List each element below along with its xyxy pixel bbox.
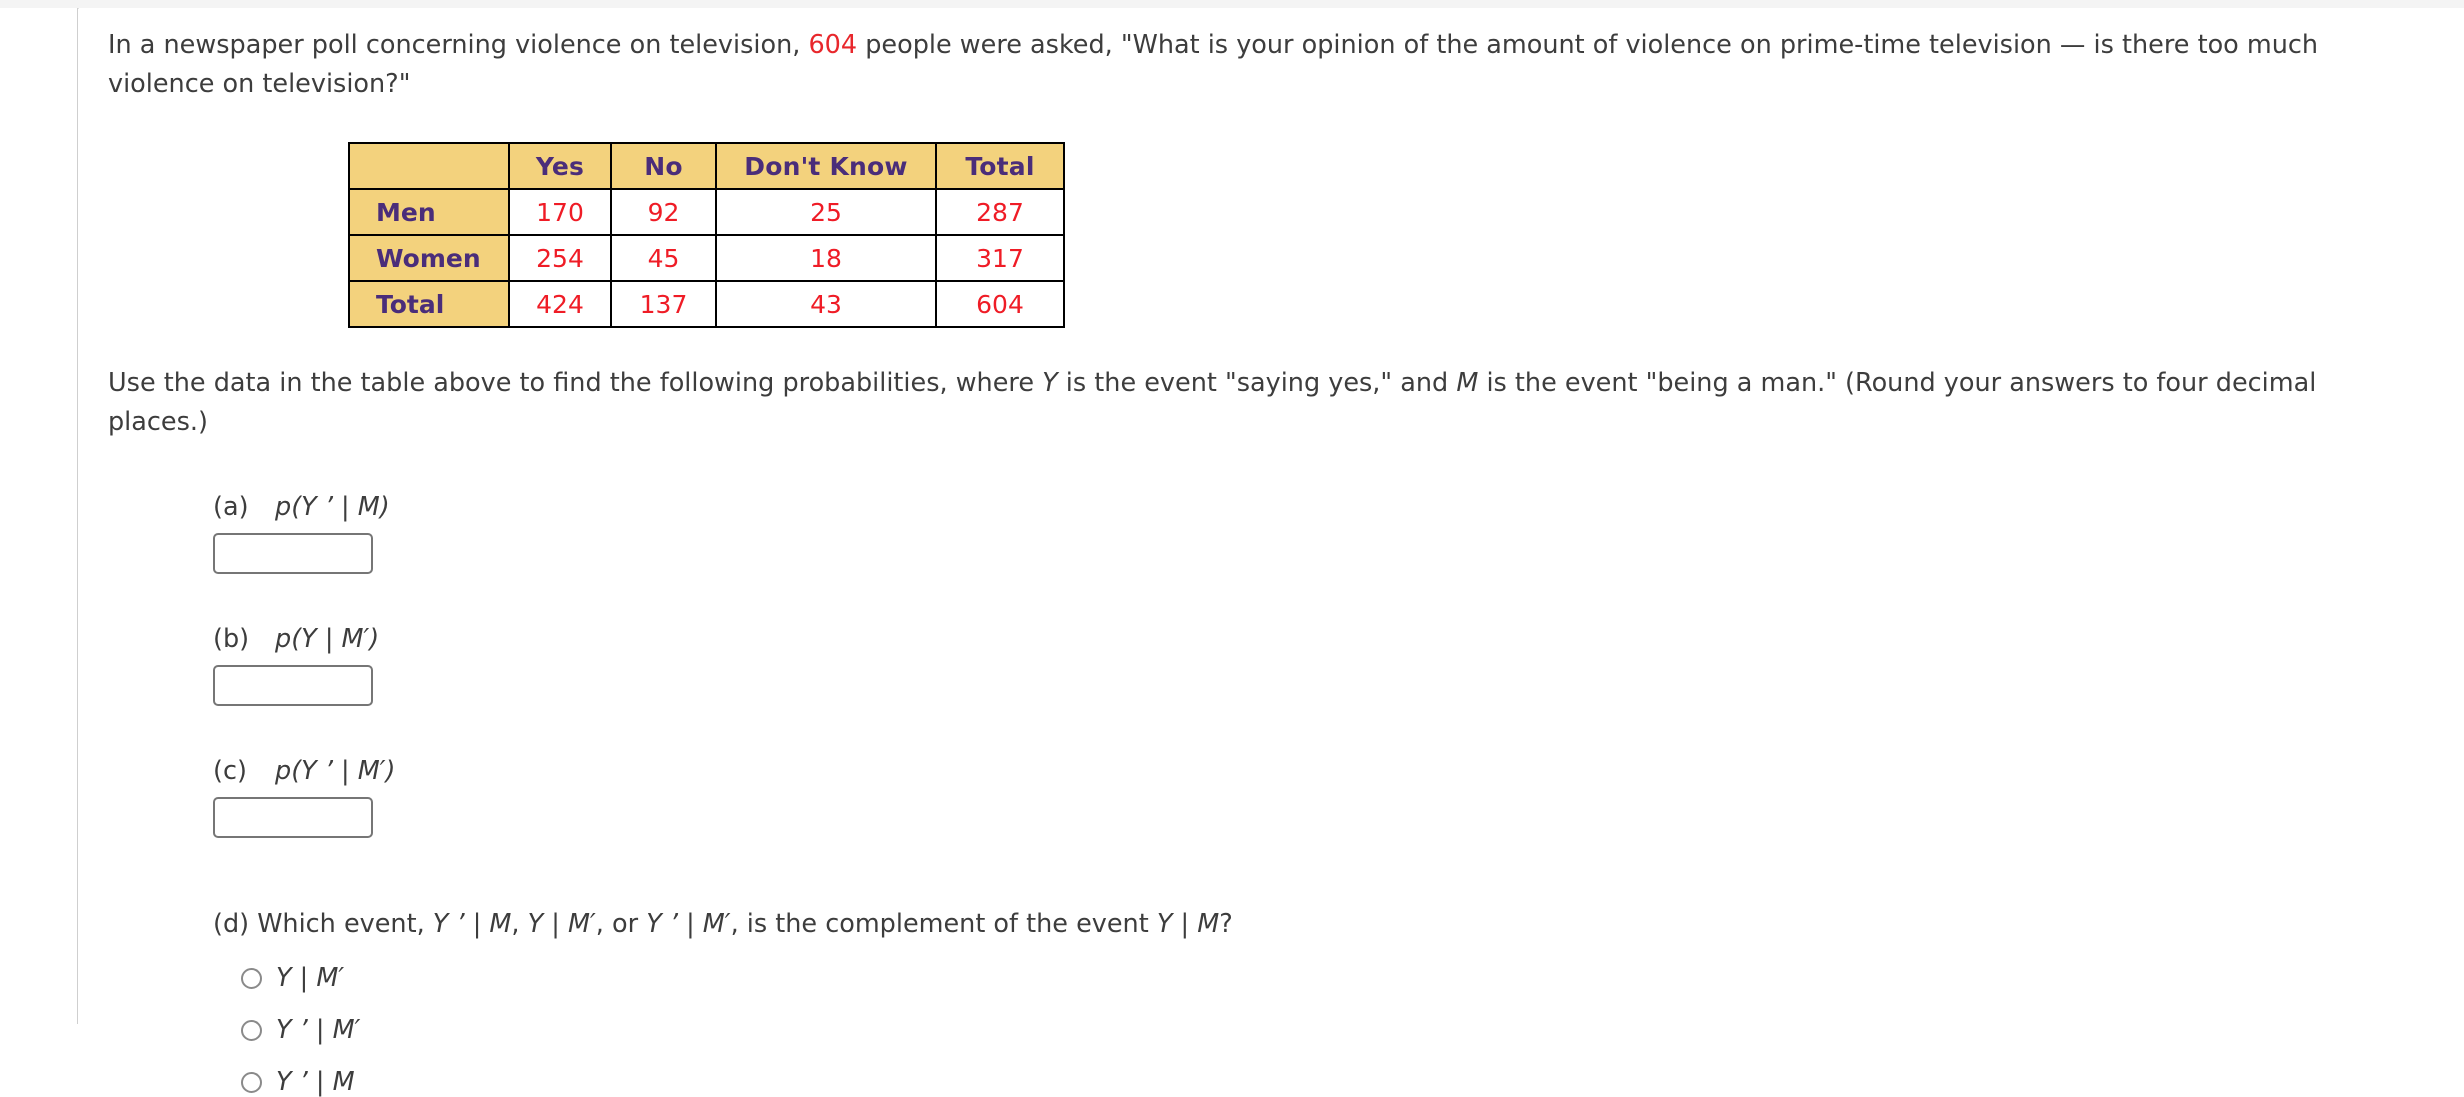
question-d-sep-1: , — [511, 909, 528, 939]
cell-total-grand: 604 — [935, 280, 1065, 328]
column-header-yes: Yes — [508, 142, 612, 190]
answer-input-c[interactable] — [213, 797, 373, 838]
question-a-p: p — [275, 492, 292, 522]
question-a-label: (a) p(Y ’ | M) — [213, 492, 2434, 522]
cell-total-no: 137 — [610, 280, 717, 328]
question-a-letter: (a) — [213, 492, 249, 522]
question-a-expression: (Y ’ | M) — [291, 492, 390, 522]
question-d-letter: (d) — [213, 909, 250, 939]
radio-option-1[interactable]: Y | M′ — [213, 964, 2434, 992]
answer-input-a[interactable] — [213, 533, 373, 574]
question-b-p: p — [275, 624, 292, 654]
cell-men-total: 287 — [935, 188, 1065, 236]
radio-option-2[interactable]: Y ’ | M′ — [213, 1016, 2434, 1044]
row-header-men: Men — [348, 188, 510, 236]
prompt-text-before: In a newspaper poll concerning violence … — [108, 30, 809, 60]
poll-prompt-paragraph: In a newspaper poll concerning violence … — [108, 26, 2398, 104]
cell-women-total: 317 — [935, 234, 1065, 282]
question-b-label: (b) p(Y | M′) — [213, 624, 2434, 654]
question-page: In a newspaper poll concerning violence … — [79, 8, 2464, 1096]
question-b: (b) p(Y | M′) — [108, 624, 2434, 706]
question-b-letter: (b) — [213, 624, 250, 654]
question-a: (a) p(Y ’ | M) — [108, 492, 2434, 574]
question-c: (c) p(Y ’ | M′) — [108, 756, 2434, 838]
table-header-row: Yes No Don't Know Total — [348, 142, 1065, 190]
poll-table-wrapper: Yes No Don't Know Total Men 170 92 25 28… — [108, 142, 2434, 328]
table-corner-cell — [348, 142, 510, 190]
radio-button-icon[interactable] — [241, 1071, 262, 1093]
symbol-m: M — [1456, 368, 1479, 398]
radio-button-icon[interactable] — [241, 1019, 262, 1041]
answer-input-b[interactable] — [213, 665, 373, 706]
question-c-letter: (c) — [213, 756, 247, 786]
question-c-label: (c) p(Y ’ | M′) — [213, 756, 2434, 786]
radio-option-3[interactable]: Y ’ | M — [213, 1068, 2434, 1096]
column-header-dont-know: Don't Know — [715, 142, 937, 190]
question-d-prompt-c: ? — [1219, 909, 1233, 939]
cell-women-dont-know: 18 — [715, 234, 937, 282]
instructions-part-1: Use the data in the table above to find … — [108, 368, 1043, 398]
question-d-sep-2: , or — [595, 909, 647, 939]
prompt-sample-size: 604 — [808, 30, 858, 60]
question-d-expr-3: Y ’ | M′ — [646, 909, 731, 939]
cell-men-dont-know: 25 — [715, 188, 937, 236]
table-row: Men 170 92 25 287 — [348, 188, 1065, 236]
question-d-expr-4: Y | M — [1156, 909, 1220, 939]
cell-men-no: 92 — [610, 188, 717, 236]
instructions-paragraph: Use the data in the table above to find … — [108, 364, 2398, 442]
question-d-expr-1: Y ’ | M — [432, 909, 512, 939]
question-d: (d) Which event, Y ’ | M, Y | M′, or Y ’… — [108, 908, 2434, 1096]
question-c-p: p — [275, 756, 292, 786]
cell-women-no: 45 — [610, 234, 717, 282]
question-b-expression: (Y | M′) — [291, 624, 380, 654]
radio-option-1-label: Y | M′ — [276, 963, 345, 993]
row-header-women: Women — [348, 234, 510, 282]
column-header-total: Total — [935, 142, 1065, 190]
cell-total-yes: 424 — [508, 280, 612, 328]
question-c-expression: (Y ’ | M′) — [291, 756, 396, 786]
column-header-no: No — [610, 142, 717, 190]
table-row: Total 424 137 43 604 — [348, 280, 1065, 328]
radio-option-3-label: Y ’ | M — [276, 1067, 355, 1097]
poll-contingency-table: Yes No Don't Know Total Men 170 92 25 28… — [348, 142, 1065, 328]
radio-button-icon[interactable] — [241, 967, 262, 989]
symbol-y: Y — [1042, 368, 1058, 398]
cell-men-yes: 170 — [508, 188, 612, 236]
table-row: Women 254 45 18 317 — [348, 234, 1065, 282]
left-gutter-rail — [0, 8, 78, 1024]
cell-women-yes: 254 — [508, 234, 612, 282]
row-header-total: Total — [348, 280, 510, 328]
question-d-prompt-b: , is the complement of the event — [730, 909, 1157, 939]
radio-option-2-label: Y ’ | M′ — [276, 1015, 361, 1045]
instructions-part-2: is the event "saying yes," and — [1057, 368, 1457, 398]
question-d-prompt: (d) Which event, Y ’ | M, Y | M′, or Y ’… — [213, 908, 2434, 940]
question-d-prompt-a: Which event, — [257, 909, 433, 939]
question-d-text-1 — [249, 909, 257, 939]
cell-total-dont-know: 43 — [715, 280, 937, 328]
question-d-expr-2: Y | M′ — [527, 909, 596, 939]
